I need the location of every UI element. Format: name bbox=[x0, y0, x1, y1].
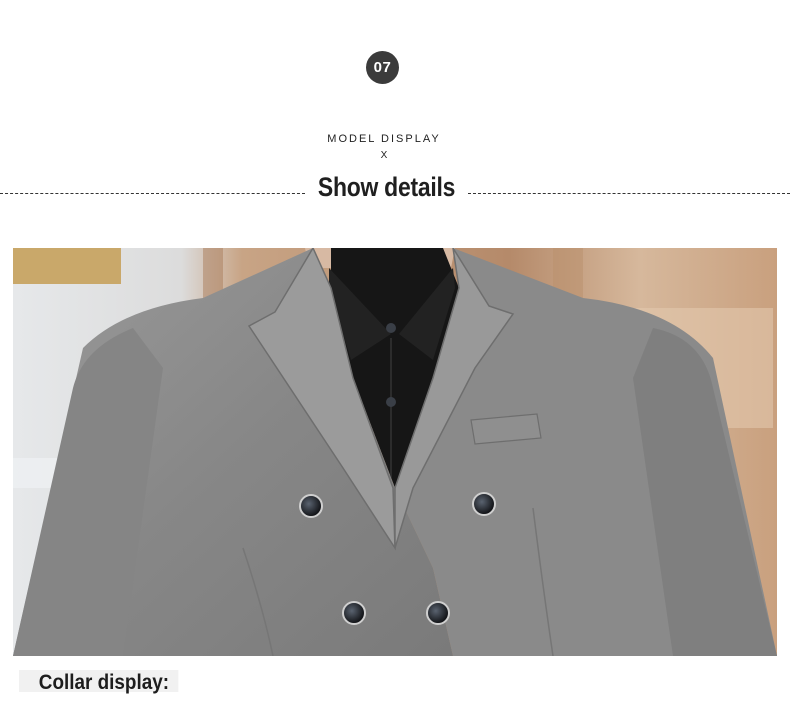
detail-page: 07 MODEL DISPLAY X Show details Collar d… bbox=[0, 0, 790, 725]
dashed-divider-left bbox=[0, 193, 305, 194]
collar-caption: Collar display: bbox=[19, 670, 179, 694]
jacket-photo bbox=[13, 248, 777, 656]
jacket-photo-illustration bbox=[13, 248, 777, 656]
section-heading: Show details bbox=[317, 172, 456, 202]
section-number-badge: 07 bbox=[366, 51, 399, 84]
section-subtitle: MODEL DISPLAY bbox=[327, 133, 441, 145]
dashed-divider-right bbox=[468, 193, 790, 194]
section-subtitle-mark: X bbox=[380, 150, 388, 161]
